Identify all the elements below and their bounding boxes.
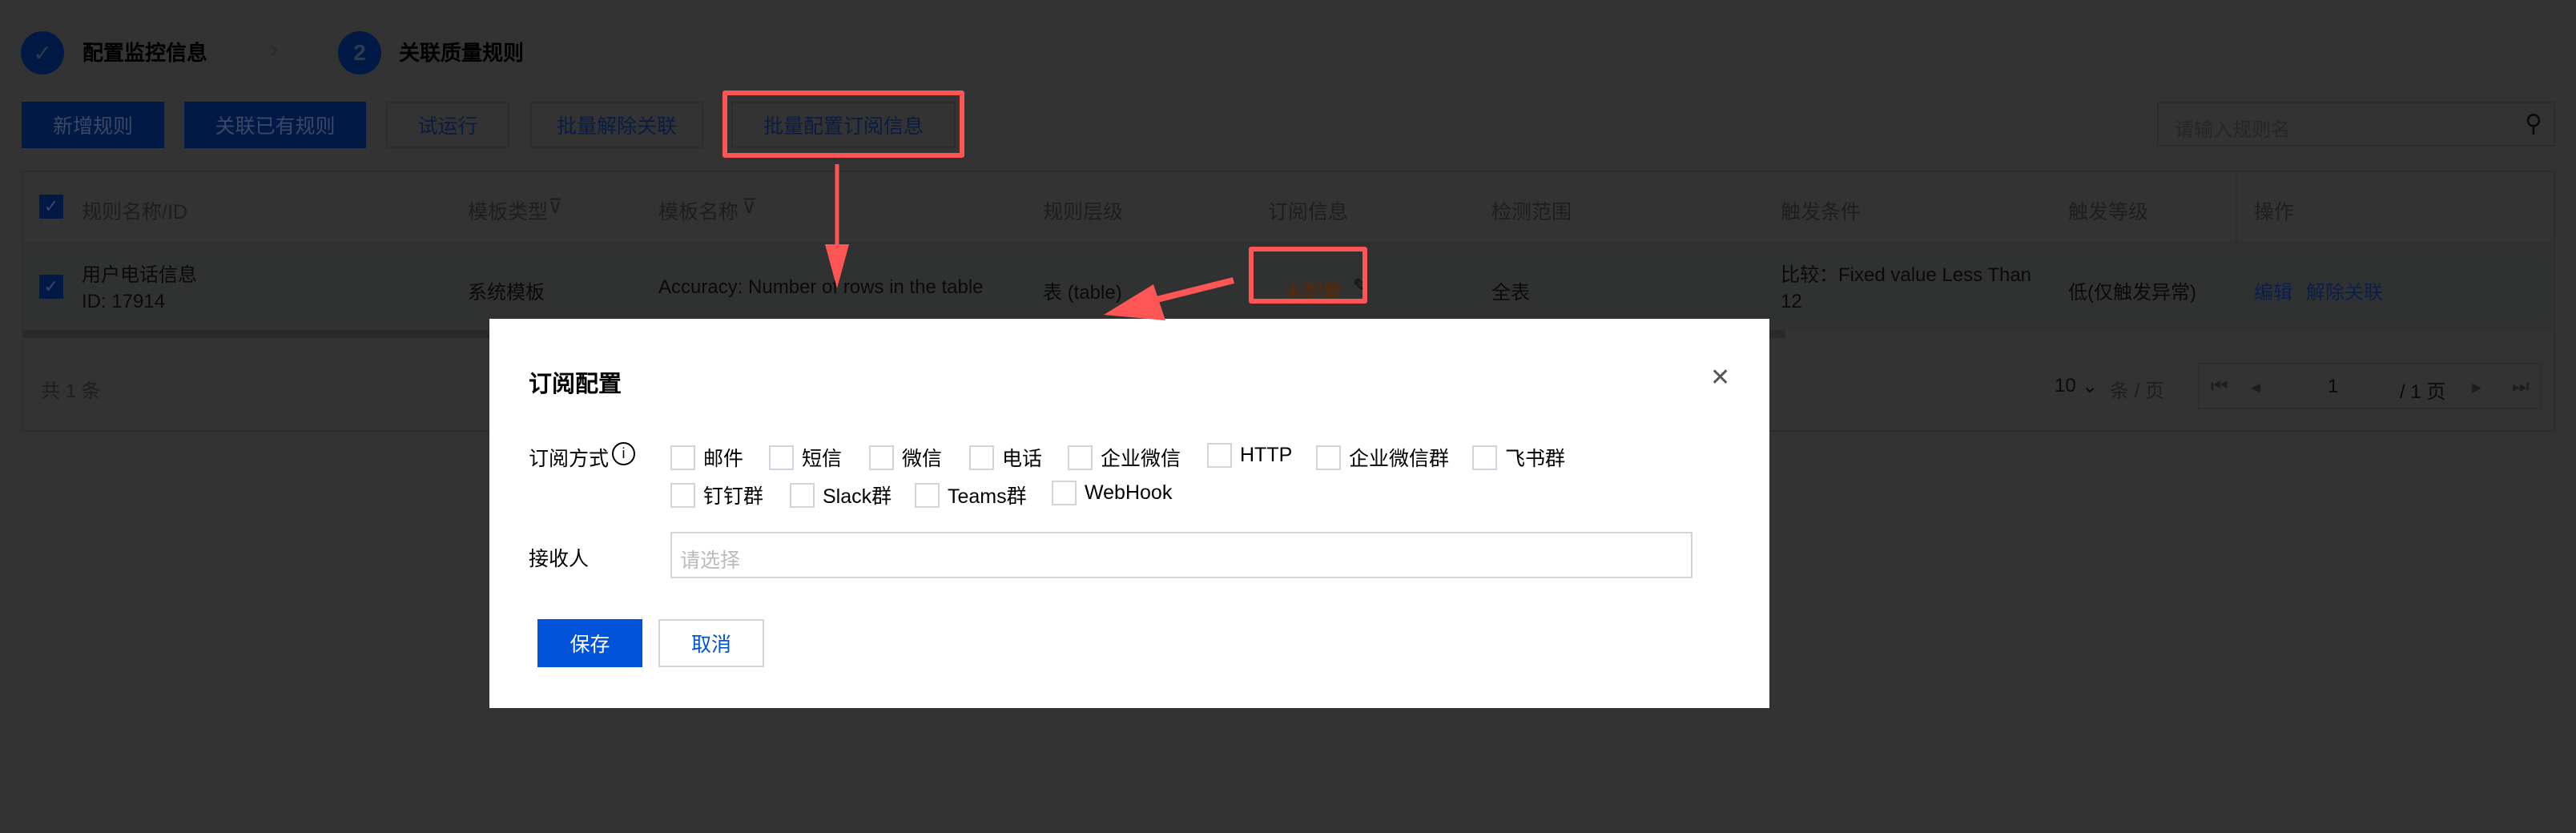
header-rule-level: 规则层级 <box>1043 201 1124 223</box>
first-page-icon[interactable]: ⏮ <box>2211 376 2228 398</box>
subscribe-option-checkbox[interactable]: 飞书群 <box>1472 443 1565 472</box>
option-label: 电话 <box>1002 448 1043 470</box>
rule-level: 表 (table) <box>1043 282 1122 304</box>
detection-scope: 全表 <box>1491 282 1530 304</box>
option-label: 邮件 <box>703 448 744 470</box>
total-pages: / 1 页 <box>2400 381 2446 403</box>
prev-page-icon[interactable]: ◂ <box>2251 376 2260 399</box>
template-name: Accuracy: Number of rows in the table <box>658 276 984 298</box>
step-1-label: 配置监控信息 <box>83 41 208 65</box>
trigger-level: 低(仅触发异常) <box>2068 282 2196 304</box>
template-type: 系统模板 <box>468 282 545 304</box>
annotation-highlight-box <box>722 91 964 158</box>
trigger-condition-value: 12 <box>1781 291 1802 312</box>
next-page-icon[interactable]: ▸ <box>2472 376 2481 399</box>
checkbox-box[interactable] <box>869 445 894 470</box>
rule-name: 用户电话信息 <box>82 264 197 286</box>
checkbox-box[interactable] <box>969 445 994 470</box>
row-checkbox[interactable]: ✓ <box>39 275 63 299</box>
option-label: 钉钉群 <box>703 485 764 508</box>
checkbox-box[interactable] <box>790 482 815 508</box>
header-rule-name: 规则名称/ID <box>82 201 187 223</box>
trial-run-button[interactable]: 试运行 <box>386 102 509 148</box>
option-label: 飞书群 <box>1505 448 1566 470</box>
add-rule-button[interactable]: 新增规则 <box>22 102 164 148</box>
receiver-select[interactable]: 请选择 <box>670 532 1693 578</box>
dialog-title: 订阅配置 <box>529 372 622 397</box>
chevron-down-icon[interactable]: ⌄ <box>2082 375 2098 398</box>
option-label: 企业微信群 <box>1349 448 1450 470</box>
option-label: HTTP <box>1240 444 1293 466</box>
option-label: 微信 <box>902 448 943 470</box>
cancel-button[interactable]: 取消 <box>658 619 764 667</box>
checkbox-box[interactable] <box>769 445 794 470</box>
checkbox-box[interactable] <box>670 482 695 508</box>
checkbox-box[interactable] <box>1316 445 1341 470</box>
subscribe-option-checkbox[interactable]: 电话 <box>969 443 1042 472</box>
subscribe-option-checkbox[interactable]: Slack群 <box>790 481 892 509</box>
batch-unlink-button[interactable]: 批量解除关联 <box>530 102 703 148</box>
step-done-check-icon: ✓ <box>21 31 64 74</box>
receiver-placeholder: 请选择 <box>680 549 741 572</box>
subscribe-option-checkbox[interactable]: 短信 <box>769 443 842 472</box>
subscribe-option-checkbox[interactable]: 微信 <box>869 443 942 472</box>
option-label: 企业微信 <box>1101 448 1181 470</box>
pagination: ⏮ ◂ 1 / 1 页 ▸ ⏭ <box>2198 363 2542 409</box>
subscribe-option-checkbox[interactable]: 钉钉群 <box>670 481 763 509</box>
header-actions: 操作 <box>2254 201 2295 223</box>
search-placeholder: 请输入规则名 <box>2175 119 2290 141</box>
modal-backdrop: { "steps":[{"label":"配置监控信息","status":"d… <box>0 0 2576 833</box>
subscribe-option-checkbox[interactable]: HTTP <box>1207 443 1292 468</box>
option-label: Slack群 <box>823 485 892 508</box>
receiver-label: 接收人 <box>529 548 590 570</box>
checkbox-box[interactable] <box>1472 445 1497 470</box>
page-size-unit: 条 / 页 <box>2110 380 2165 402</box>
subscription-config-dialog: 订阅配置 ✕ 订阅方式 i 邮件 短信 微信 电话 企业微信 HTTP 企业微信群 飞书群钉钉… <box>489 319 1769 708</box>
option-label: 短信 <box>802 448 843 470</box>
unlink-link[interactable]: 解除关联 <box>2306 276 2383 304</box>
trigger-condition: 比较：Fixed value Less Than <box>1781 264 2032 286</box>
checkbox-box[interactable] <box>1052 481 1077 505</box>
annotation-highlight-box <box>1249 247 1367 304</box>
step-2-number: 2 <box>338 31 381 74</box>
subscribe-option-checkbox[interactable]: 企业微信群 <box>1316 443 1449 472</box>
checkbox-box[interactable] <box>915 482 940 508</box>
checkbox-box[interactable] <box>1068 445 1093 470</box>
edit-link[interactable]: 编辑 <box>2254 276 2292 304</box>
select-all-checkbox[interactable]: ✓ <box>39 195 63 219</box>
checkbox-box[interactable] <box>670 445 695 470</box>
header-template-type[interactable]: 模板类型 <box>468 196 548 225</box>
option-label: WebHook <box>1085 481 1173 504</box>
page-size-select[interactable]: 10 <box>2055 375 2076 397</box>
rule-id: ID: 17914 <box>82 291 166 312</box>
subscribe-option-checkbox[interactable]: Teams群 <box>915 481 1027 509</box>
checkbox-box[interactable] <box>1207 443 1232 468</box>
filter-icon[interactable]: ⊽ <box>742 195 756 219</box>
filter-icon[interactable]: ⊽ <box>548 195 562 219</box>
step-2-label: 关联质量规则 <box>399 41 525 65</box>
header-subscription: 订阅信息 <box>1268 201 1349 223</box>
option-label: Teams群 <box>948 485 1027 508</box>
rule-search-input[interactable]: 请输入规则名 ⚲ <box>2157 102 2555 147</box>
header-condition: 触发条件 <box>1781 201 1862 223</box>
table-header: ✓ 规则名称/ID 模板类型 ⊽ 模板名称 ⊽ 规则层级 订阅信息 检测范围 触… <box>23 172 2554 244</box>
subscribe-option-checkbox[interactable]: 邮件 <box>670 443 743 472</box>
subscribe-option-checkbox[interactable]: WebHook <box>1052 481 1172 505</box>
page-number-input[interactable]: 1 <box>2328 376 2338 398</box>
total-count: 共 1 条 <box>41 380 101 402</box>
header-template-name[interactable]: 模板名称 <box>658 196 739 225</box>
close-icon[interactable]: ✕ <box>1710 364 1730 392</box>
last-page-icon[interactable]: ⏭ <box>2512 376 2530 398</box>
header-trigger-level: 触发等级 <box>2068 201 2149 223</box>
subscribe-option-checkbox[interactable]: 企业微信 <box>1068 443 1181 472</box>
search-icon[interactable]: ⚲ <box>2525 110 2542 138</box>
link-existing-rule-button[interactable]: 关联已有规则 <box>184 102 366 148</box>
header-scope: 检测范围 <box>1491 201 1572 223</box>
chevron-right-icon: › <box>270 36 278 62</box>
subscribe-method-label: 订阅方式 <box>529 448 610 470</box>
save-button[interactable]: 保存 <box>537 619 642 667</box>
info-icon[interactable]: i <box>612 442 635 465</box>
